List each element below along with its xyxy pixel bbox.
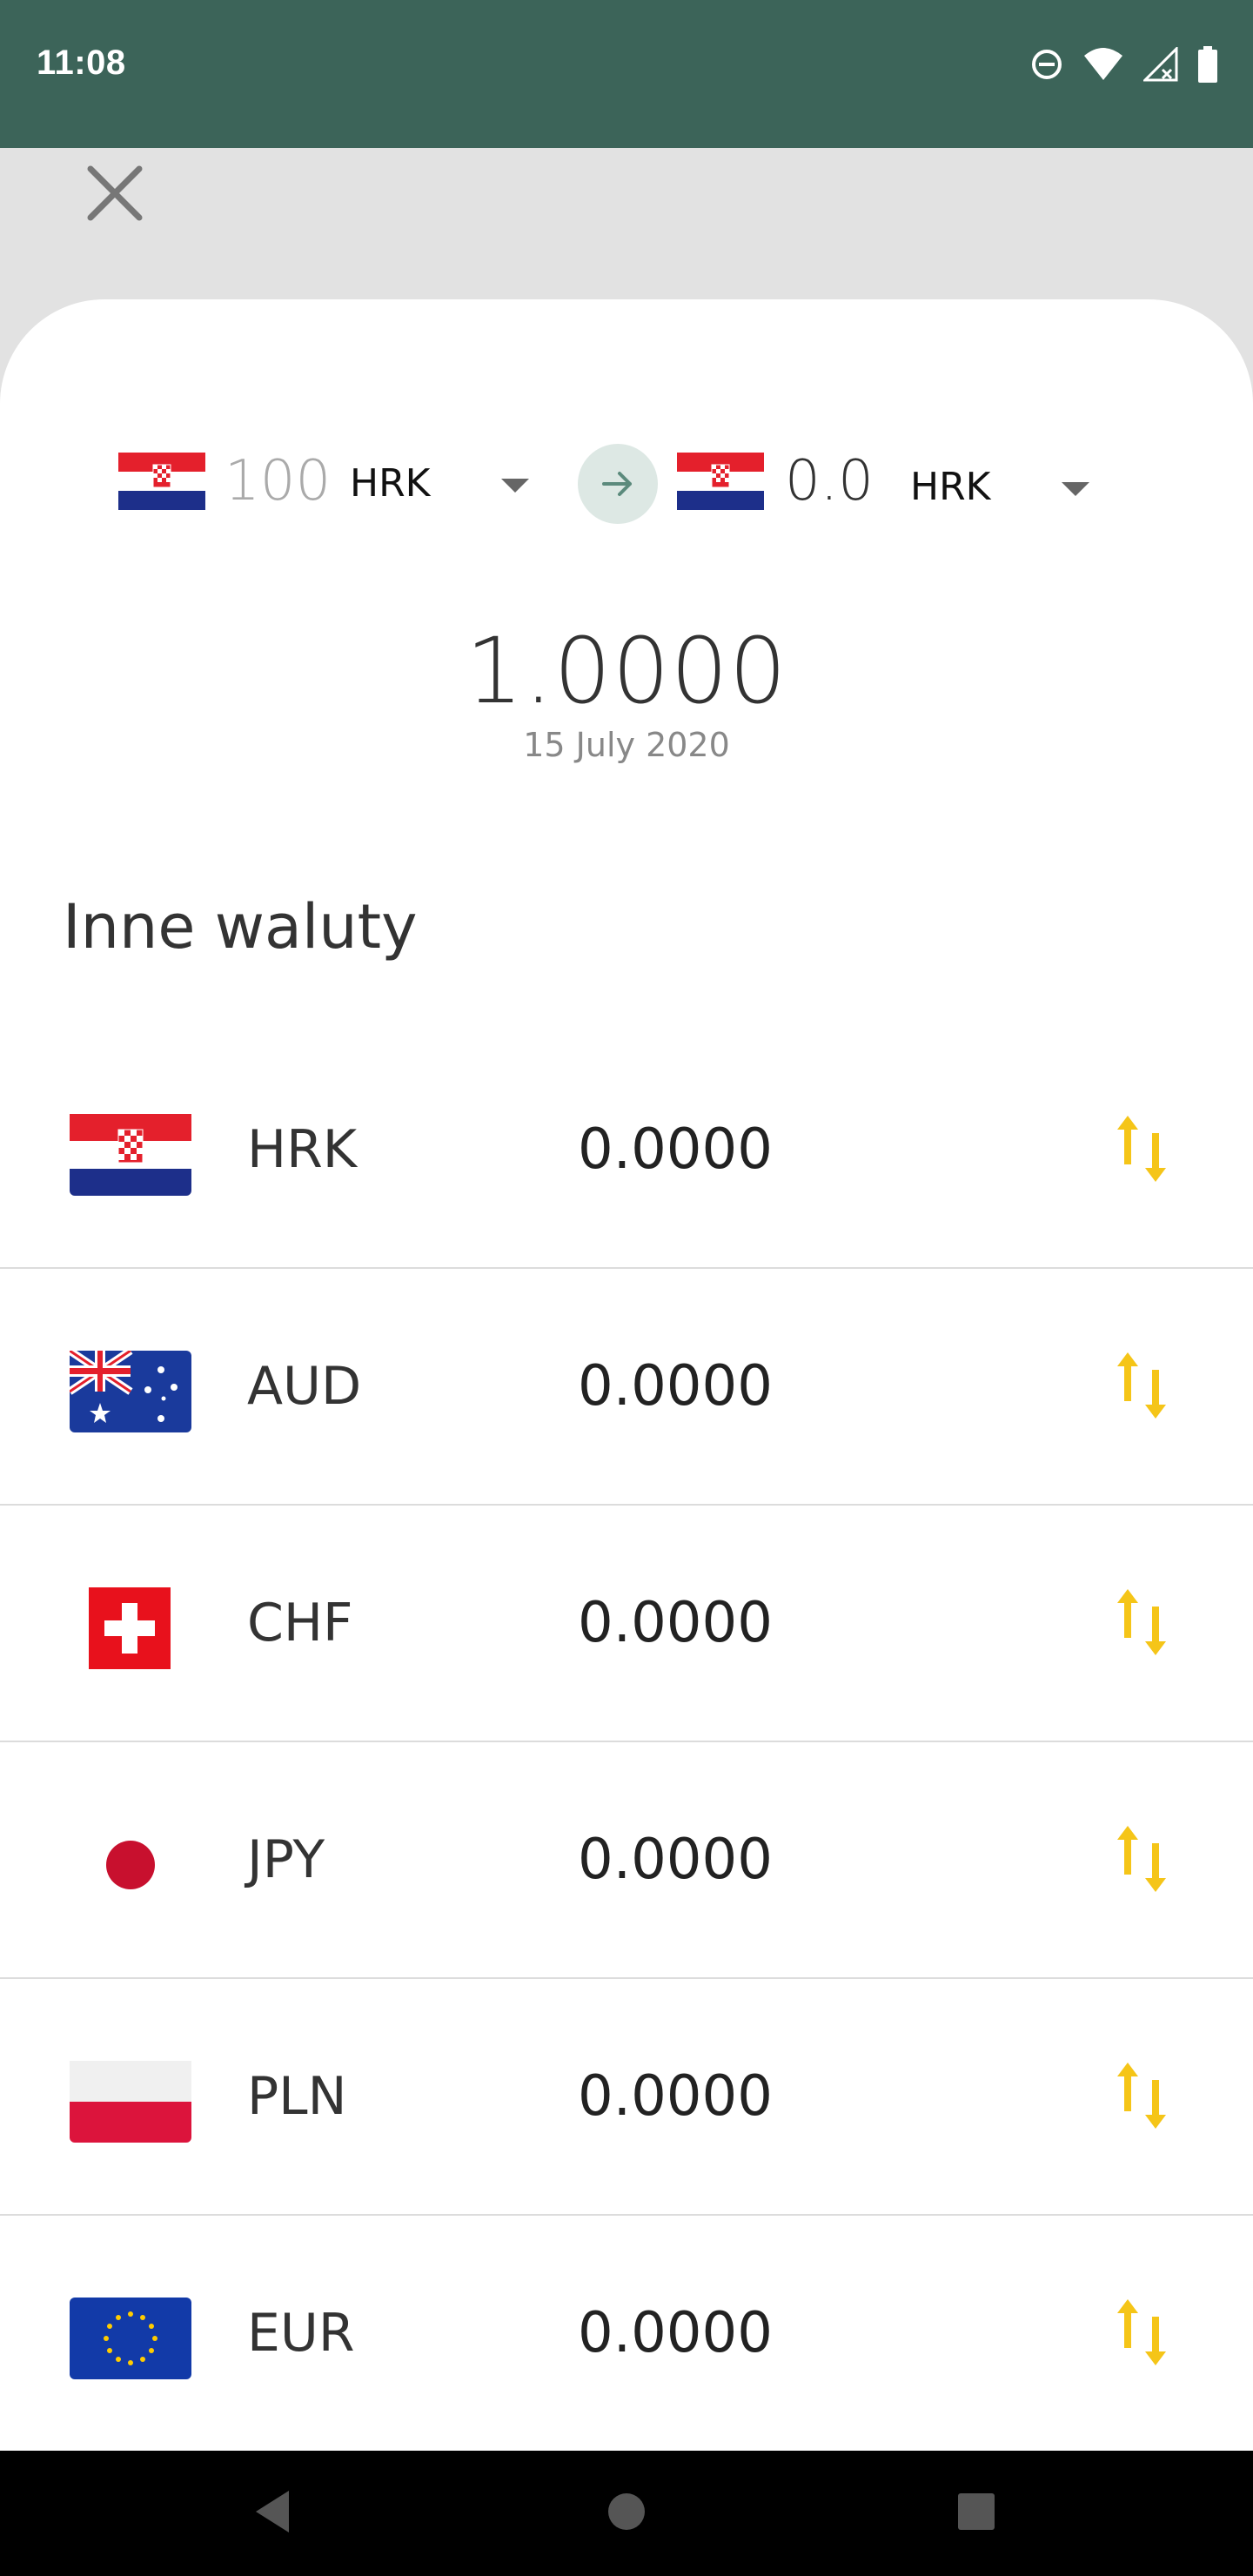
japan-flag-icon bbox=[70, 1824, 191, 1906]
status-icons bbox=[1030, 44, 1218, 85]
to-currency-dropdown-icon[interactable] bbox=[1062, 482, 1089, 496]
switzerland-flag-icon bbox=[89, 1587, 171, 1669]
to-amount: 0.0 bbox=[785, 449, 874, 513]
swap-arrows-icon[interactable] bbox=[1110, 1112, 1173, 1185]
currency-row-pln[interactable]: PLN 0.0000 bbox=[0, 1979, 1253, 2216]
currency-value: 0.0000 bbox=[578, 1354, 773, 1419]
battery-icon bbox=[1198, 46, 1217, 83]
currency-row-aud[interactable]: AUD 0.0000 bbox=[0, 1269, 1253, 1506]
top-area bbox=[0, 148, 1253, 305]
convert-direction-button[interactable] bbox=[578, 444, 658, 524]
exchange-rate: 1.0000 bbox=[466, 618, 787, 724]
poland-flag-icon bbox=[70, 2061, 191, 2143]
swap-arrows-icon[interactable] bbox=[1110, 2296, 1173, 2369]
section-title: Inne waluty bbox=[63, 891, 418, 963]
do-not-disturb-icon bbox=[1032, 50, 1062, 79]
arrow-right-icon bbox=[602, 472, 632, 496]
swap-arrows-icon[interactable] bbox=[1110, 1822, 1173, 1895]
back-icon[interactable] bbox=[251, 2485, 294, 2538]
to-flag-icon bbox=[677, 453, 764, 510]
currency-value: 0.0000 bbox=[578, 2301, 773, 2365]
from-currency-code[interactable]: HRK bbox=[350, 461, 431, 506]
swap-arrows-icon[interactable] bbox=[1110, 1586, 1173, 1659]
australia-flag-icon bbox=[70, 1351, 191, 1432]
signal-icon bbox=[1143, 47, 1178, 82]
currency-value: 0.0000 bbox=[578, 1828, 773, 1892]
status-bar: 11:08 bbox=[0, 0, 1253, 148]
currency-list: HRK 0.0000 AUD 0.0000 CHF 0.0000 JPY 0.0… bbox=[0, 1032, 1253, 2451]
wifi-icon bbox=[1084, 48, 1122, 80]
from-currency-dropdown-icon[interactable] bbox=[501, 479, 529, 493]
croatia-flag-icon bbox=[70, 1114, 191, 1196]
currency-code: HRK bbox=[247, 1119, 358, 1180]
currency-row-hrk[interactable]: HRK 0.0000 bbox=[0, 1032, 1253, 1269]
currency-value: 0.0000 bbox=[578, 2064, 773, 2129]
currency-row-eur[interactable]: EUR 0.0000 bbox=[0, 2216, 1253, 2451]
swap-arrows-icon[interactable] bbox=[1110, 2059, 1173, 2132]
from-flag-icon bbox=[118, 453, 205, 510]
from-amount-input[interactable]: 100 bbox=[224, 449, 331, 513]
exchange-rate-date: 15 July 2020 bbox=[523, 726, 730, 764]
currency-code: AUD bbox=[247, 1356, 362, 1417]
currency-code: CHF bbox=[247, 1593, 353, 1654]
currency-code: JPY bbox=[247, 1829, 325, 1890]
converter-sheet: 100 HRK 0.0 HRK 1.0000 15 July 2020 Inne… bbox=[0, 299, 1253, 2451]
home-icon[interactable] bbox=[606, 2485, 647, 2538]
to-currency-code[interactable]: HRK bbox=[910, 465, 991, 509]
status-time: 11:08 bbox=[37, 44, 126, 82]
swap-arrows-icon[interactable] bbox=[1110, 1349, 1173, 1422]
recents-icon[interactable] bbox=[955, 2485, 997, 2538]
navigation-bar bbox=[0, 2451, 1253, 2576]
currency-row-chf[interactable]: CHF 0.0000 bbox=[0, 1506, 1253, 1742]
currency-value: 0.0000 bbox=[578, 1591, 773, 1655]
close-button[interactable] bbox=[84, 162, 146, 225]
currency-code: PLN bbox=[247, 2066, 347, 2127]
eu-flag-icon bbox=[70, 2298, 191, 2379]
currency-code: EUR bbox=[247, 2303, 355, 2364]
close-icon bbox=[87, 165, 143, 221]
currency-value: 0.0000 bbox=[578, 1117, 773, 1182]
currency-row-jpy[interactable]: JPY 0.0000 bbox=[0, 1742, 1253, 1979]
